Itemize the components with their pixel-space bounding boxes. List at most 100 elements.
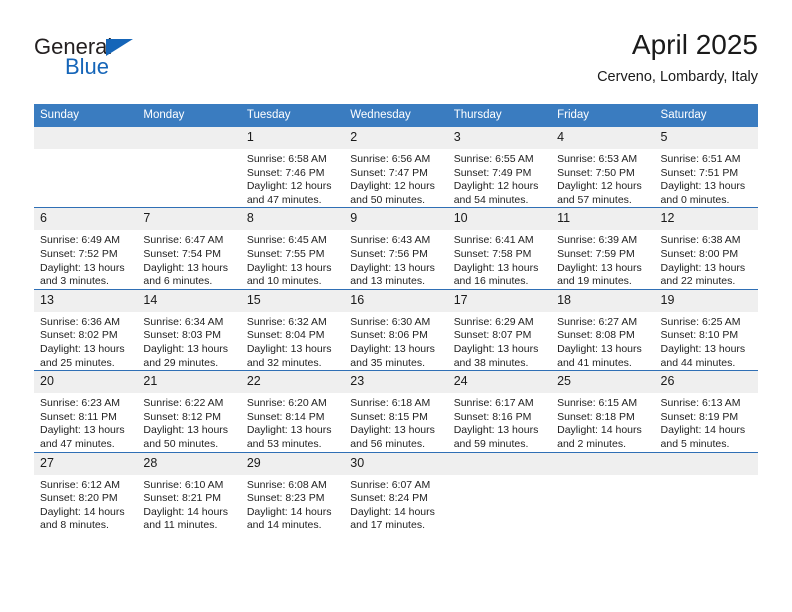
day-cell[interactable]: 3 Sunrise: 6:55 AM Sunset: 7:49 PM Daylight… (447, 127, 552, 208)
day-cell[interactable]: 27 Sunrise: 6:12 AM Sunset: 8:20 PM Dayligh… (34, 451, 138, 533)
sunset-text: Sunset: 8:19 PM (660, 410, 739, 423)
week-row: 6 Sunrise: 6:49 AM Sunset: 7:52 PM Daylight… (34, 207, 758, 290)
sunset-text: Sunset: 7:59 PM (557, 247, 635, 260)
day-cell[interactable] (654, 451, 758, 533)
day-cell[interactable] (551, 451, 655, 533)
day-cell[interactable]: 30 Sunrise: 6:07 AM Sunset: 8:24 PM Dayligh… (344, 451, 448, 533)
sunrise-text: Sunrise: 6:56 AM (350, 153, 431, 165)
page-subtitle: Cerveno, Lombardy, Italy (597, 69, 758, 85)
daylight-text-line2: and 11 minutes. (143, 519, 218, 532)
day-cell[interactable]: 5 Sunrise: 6:51 AM Sunset: 7:51 PM Daylight… (654, 127, 758, 208)
day-number: 19 (654, 289, 758, 312)
daylight-text-line2: and 6 minutes. (143, 275, 213, 288)
weekday-header-sunday: Sunday (34, 104, 138, 127)
daylight-text-line1: Daylight: 13 hours (660, 261, 746, 274)
daylight-text-line2: and 41 minutes. (557, 356, 632, 369)
day-number: 8 (240, 208, 345, 231)
daylight-text-line1: Daylight: 13 hours (143, 261, 229, 274)
day-cell[interactable]: 15 Sunrise: 6:32 AM Sunset: 8:04 PM Dayligh… (240, 288, 345, 371)
day-number: 11 (551, 208, 655, 231)
sunset-text: Sunset: 8:00 PM (660, 247, 739, 260)
day-cell[interactable]: 29 Sunrise: 6:08 AM Sunset: 8:23 PM Dayligh… (240, 451, 345, 533)
daylight-text-line1: Daylight: 12 hours (557, 180, 642, 193)
sunset-text: Sunset: 8:24 PM (350, 492, 428, 505)
sunrise-text: Sunrise: 6:22 AM (143, 397, 224, 410)
sunrise-text: Sunrise: 6:53 AM (557, 153, 638, 165)
daylight-text-line2: and 19 minutes. (557, 275, 632, 288)
day-cell[interactable]: 28 Sunrise: 6:10 AM Sunset: 8:21 PM Dayligh… (137, 451, 241, 533)
day-cell[interactable]: 14 Sunrise: 6:34 AM Sunset: 8:03 PM Dayligh… (137, 288, 241, 371)
day-cell[interactable]: 18 Sunrise: 6:27 AM Sunset: 8:08 PM Dayligh… (551, 288, 655, 371)
day-cell[interactable]: 4 Sunrise: 6:53 AM Sunset: 7:50 PM Daylight… (551, 127, 655, 208)
sunrise-text: Sunrise: 6:12 AM (40, 478, 120, 491)
daylight-text-line2: and 44 minutes. (660, 356, 736, 369)
daylight-text-line2: and 59 minutes. (453, 437, 529, 450)
sunrise-text: Sunrise: 6:17 AM (453, 397, 534, 410)
day-number: 3 (447, 127, 552, 149)
day-cell[interactable] (447, 451, 552, 533)
day-cell[interactable]: 1 Sunrise: 6:58 AM Sunset: 7:46 PM Daylight… (240, 127, 345, 208)
daylight-text-line1: Daylight: 13 hours (350, 424, 435, 437)
daylight-text-line2: and 57 minutes. (557, 193, 632, 206)
day-number: 20 (34, 371, 138, 394)
day-number: 22 (240, 371, 345, 394)
week-row: 13 Sunrise: 6:36 AM Sunset: 8:02 PM Dayligh… (34, 288, 758, 371)
day-cell[interactable]: 7 Sunrise: 6:47 AM Sunset: 7:54 PM Daylight… (137, 207, 241, 290)
sunset-text: Sunset: 7:51 PM (660, 166, 739, 179)
day-cell[interactable]: 21 Sunrise: 6:22 AM Sunset: 8:12 PM Dayligh… (137, 370, 241, 452)
sunset-text: Sunset: 7:58 PM (453, 247, 532, 260)
day-cell[interactable]: 12 Sunrise: 6:38 AM Sunset: 8:00 PM Dayligh… (654, 207, 758, 290)
sunrise-text: Sunrise: 6:41 AM (453, 234, 534, 247)
day-cell[interactable]: 6 Sunrise: 6:49 AM Sunset: 7:52 PM Daylight… (34, 207, 138, 290)
day-number: 5 (654, 127, 758, 149)
sunset-text: Sunset: 8:18 PM (557, 410, 635, 423)
day-cell[interactable]: 10 Sunrise: 6:41 AM Sunset: 7:58 PM Dayligh… (447, 207, 552, 290)
daylight-text-line2: and 22 minutes. (660, 275, 736, 288)
daylight-text-line2: and 54 minutes. (453, 193, 529, 206)
day-cell[interactable]: 24 Sunrise: 6:17 AM Sunset: 8:16 PM Dayligh… (447, 370, 552, 452)
sunset-text: Sunset: 8:04 PM (246, 329, 325, 342)
daylight-text-line1: Daylight: 13 hours (557, 342, 642, 355)
daylight-text-line1: Daylight: 12 hours (350, 180, 435, 193)
day-cell[interactable]: 2 Sunrise: 6:56 AM Sunset: 7:47 PM Daylight… (344, 127, 448, 208)
sunset-text: Sunset: 8:14 PM (246, 410, 325, 423)
calendar-header-row: Sunday Monday Tuesday Wednesday Thursday… (34, 104, 758, 127)
day-cell[interactable]: 19 Sunrise: 6:25 AM Sunset: 8:10 PM Dayligh… (654, 288, 758, 371)
day-cell[interactable] (137, 127, 241, 208)
sunset-text: Sunset: 7:47 PM (350, 166, 428, 179)
daylight-text-line2: and 47 minutes. (40, 437, 115, 450)
day-number: 10 (447, 208, 552, 231)
daylight-text-line2: and 50 minutes. (350, 193, 425, 206)
day-number: 28 (137, 452, 241, 475)
day-cell[interactable]: 23 Sunrise: 6:18 AM Sunset: 8:15 PM Dayligh… (344, 370, 448, 452)
daylight-text-line1: Daylight: 13 hours (453, 424, 539, 437)
day-cell[interactable]: 22 Sunrise: 6:20 AM Sunset: 8:14 PM Dayligh… (240, 370, 345, 452)
title-block: April 2025 Cerveno, Lombardy, Italy (597, 28, 758, 88)
daylight-text-line2: and 47 minutes. (246, 193, 322, 206)
day-number: 18 (551, 289, 655, 312)
day-cell[interactable]: 11 Sunrise: 6:39 AM Sunset: 7:59 PM Dayligh… (551, 207, 655, 290)
day-number: 7 (137, 208, 241, 231)
day-cell[interactable] (34, 127, 138, 208)
daylight-text-line2: and 38 minutes. (453, 356, 529, 369)
sunset-text: Sunset: 7:46 PM (246, 166, 325, 179)
day-cell[interactable]: 20 Sunrise: 6:23 AM Sunset: 8:11 PM Dayligh… (34, 370, 138, 452)
day-cell[interactable]: 8 Sunrise: 6:45 AM Sunset: 7:55 PM Daylight… (240, 207, 345, 290)
day-cell[interactable]: 9 Sunrise: 6:43 AM Sunset: 7:56 PM Daylight… (344, 207, 448, 290)
sunrise-text: Sunrise: 6:30 AM (350, 315, 431, 328)
sunset-text: Sunset: 8:15 PM (350, 410, 428, 423)
day-number: 25 (551, 371, 655, 394)
day-cell[interactable]: 17 Sunrise: 6:29 AM Sunset: 8:07 PM Dayligh… (447, 288, 552, 371)
daylight-text-line1: Daylight: 14 hours (557, 424, 642, 437)
daylight-text-line1: Daylight: 14 hours (143, 505, 229, 518)
day-cell[interactable]: 13 Sunrise: 6:36 AM Sunset: 8:02 PM Dayligh… (34, 288, 138, 371)
daylight-text-line1: Daylight: 12 hours (453, 180, 539, 193)
sunset-text: Sunset: 8:08 PM (557, 329, 635, 342)
general-blue-logo[interactable]: General Blue (34, 34, 234, 84)
day-cell[interactable]: 25 Sunrise: 6:15 AM Sunset: 8:18 PM Dayligh… (551, 370, 655, 452)
sunrise-text: Sunrise: 6:29 AM (453, 315, 534, 328)
day-cell[interactable]: 16 Sunrise: 6:30 AM Sunset: 8:06 PM Dayligh… (344, 288, 448, 371)
day-cell[interactable]: 26 Sunrise: 6:13 AM Sunset: 8:19 PM Dayligh… (654, 370, 758, 452)
day-number: 17 (447, 289, 552, 312)
daylight-text-line1: Daylight: 14 hours (660, 424, 746, 437)
